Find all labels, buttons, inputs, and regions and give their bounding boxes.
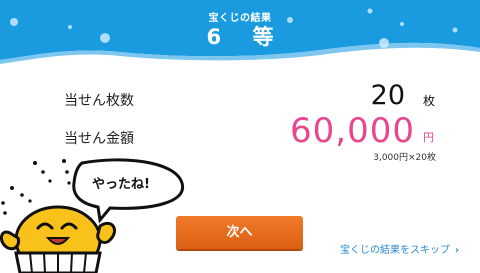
page-title: 6 等 — [206, 25, 286, 49]
amount-value: 60,000 — [290, 111, 415, 151]
chevron-right-icon: › — [455, 245, 460, 256]
skip-results-link[interactable]: 宝くじの結果をスキップ › — [340, 241, 459, 256]
result-header: 宝くじの結果 6 等 — [0, 0, 480, 70]
count-unit: 枚 — [423, 94, 436, 108]
next-button[interactable]: 次へ — [176, 216, 303, 249]
speech-text: やったね! — [92, 177, 150, 192]
count-value: 20 — [370, 80, 405, 111]
amount-label: 当せん金額 — [64, 131, 134, 147]
amount-unit: 円 — [423, 131, 434, 144]
amount-calculation: 3,000円×20枚 — [373, 153, 436, 163]
count-label: 当せん枚数 — [64, 93, 134, 109]
skip-label: 宝くじの結果をスキップ — [340, 245, 450, 256]
